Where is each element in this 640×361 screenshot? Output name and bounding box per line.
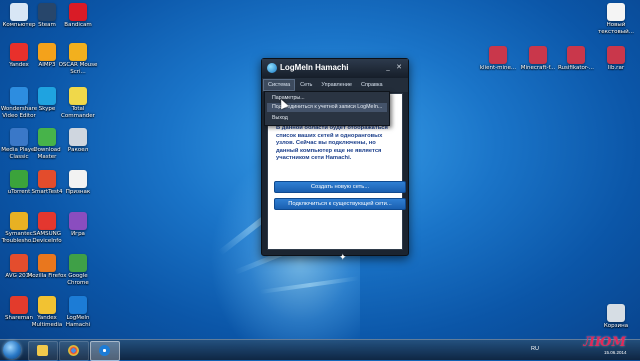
crosshair-icon: ✦ (339, 253, 347, 263)
desktop-icon[interactable]: Google Chrome (58, 254, 98, 286)
hamachi-window[interactable]: LogMeIn Hamachi _ ✕ Система Сеть Управле… (261, 58, 409, 256)
chrome-icon (68, 345, 79, 356)
menu-manage[interactable]: Управление (317, 80, 356, 90)
oscar-icon (69, 43, 87, 61)
computer-icon (10, 3, 28, 21)
desktop-icon[interactable]: OSCAR Mouse Scri... (58, 43, 98, 75)
chrome-icon (69, 254, 87, 272)
media-player-icon (10, 128, 28, 146)
aimp-icon (38, 43, 56, 61)
desktop-icon[interactable]: LogMeIn Hamachi (58, 296, 98, 328)
symantec-icon (10, 212, 28, 230)
shareman-icon (10, 296, 28, 314)
archive-icon (529, 46, 547, 64)
hamachi-icon (69, 296, 87, 314)
desktop-icon-label: Ракоел (67, 147, 89, 153)
create-network-button[interactable]: Создать новую сеть... (274, 181, 406, 193)
info-text: В данной области будет отображаться спис… (276, 125, 388, 161)
desktop-icon[interactable]: lib.rar (596, 46, 636, 72)
desktop-icon-label: Игра (71, 231, 85, 237)
desktop-icon-label: Total Commander (61, 106, 95, 119)
watermark-logo: ЛЮМ (583, 335, 626, 350)
text-file-icon (607, 3, 625, 21)
desktop-icon[interactable]: Игра (58, 212, 98, 238)
desktop-icon[interactable]: Новый текстовый... (596, 3, 636, 35)
utorrent-icon (10, 170, 28, 188)
game-icon (69, 212, 87, 230)
archive-icon (567, 46, 585, 64)
desktop-icon[interactable]: Minecraft-f... (518, 46, 558, 72)
desktop-icon-label: Minecraft-f... (520, 65, 556, 71)
skype-icon (38, 87, 56, 105)
recycle-bin-icon (607, 304, 625, 322)
document-icon (69, 170, 87, 188)
menu-system[interactable]: Система (263, 79, 296, 91)
multimedia-icon (38, 296, 56, 314)
menu-bar: Система Сеть Управление Справка (262, 78, 408, 92)
taskbar-explorer[interactable] (28, 341, 58, 361)
desktop-icon[interactable]: Признак (58, 170, 98, 196)
desktop-icon-label: lib.rar (607, 65, 625, 71)
total-commander-icon (69, 87, 87, 105)
window-title: LogMeIn Hamachi (280, 63, 349, 72)
hamachi-icon (99, 345, 110, 356)
desktop-icon[interactable]: klient-mine... (478, 46, 518, 72)
download-master-icon (38, 128, 56, 146)
hamachi-logo-icon (267, 63, 277, 73)
desktop-icon-label: Rusifikator-... (557, 65, 595, 71)
taskbar-hamachi[interactable] (90, 341, 120, 361)
desktop-icon[interactable]: Bandicam (58, 3, 98, 29)
firefox-icon (38, 254, 56, 272)
steam-icon (38, 3, 56, 21)
desktop-icon[interactable]: Ракоел (58, 128, 98, 154)
desktop-icon-label: Google Chrome (67, 273, 89, 286)
desktop-icon[interactable]: Total Commander (58, 87, 98, 119)
minimize-icon[interactable]: _ (384, 63, 392, 71)
desktop-icon-label: Новый текстовый... (598, 22, 634, 35)
title-bar[interactable]: LogMeIn Hamachi _ ✕ (262, 59, 408, 78)
wallpaper-streak (259, 276, 360, 294)
bandicam-icon (69, 3, 87, 21)
desktop-icon-label: Признак (65, 189, 91, 195)
archive-icon (489, 46, 507, 64)
menu-network[interactable]: Сеть (296, 80, 316, 90)
wondershare-icon (10, 87, 28, 105)
avg-icon (10, 254, 28, 272)
taskbar-chrome[interactable] (59, 341, 89, 361)
folder-icon (37, 345, 48, 356)
desktop-icon[interactable]: Корзина (596, 304, 636, 330)
clock-date[interactable]: 15.06.2014 (604, 350, 627, 355)
close-icon[interactable]: ✕ (395, 63, 403, 71)
desktop-icon-label: OSCAR Mouse Scri... (58, 62, 98, 75)
desktop-icon-label: klient-mine... (479, 65, 517, 71)
menu-help[interactable]: Справка (357, 80, 387, 90)
join-network-button[interactable]: Подключиться к существующей сети... (274, 198, 406, 210)
smarttest-icon (38, 170, 56, 188)
samsung-icon (38, 212, 56, 230)
language-indicator[interactable]: RU (531, 346, 539, 352)
desktop-icon-label: Bandicam (64, 22, 92, 28)
tool-icon (69, 128, 87, 146)
taskbar: RU 15.06.2014 (0, 339, 640, 361)
yandex-icon (10, 43, 28, 61)
archive-icon (607, 46, 625, 64)
desktop-icon[interactable]: Rusifikator-... (556, 46, 596, 72)
start-button[interactable] (3, 341, 21, 359)
menu-item-exit[interactable]: Выход (267, 114, 387, 123)
desktop-icon-label: Корзина (603, 323, 629, 329)
desktop-icon-label: LogMeIn Hamachi (65, 315, 91, 328)
